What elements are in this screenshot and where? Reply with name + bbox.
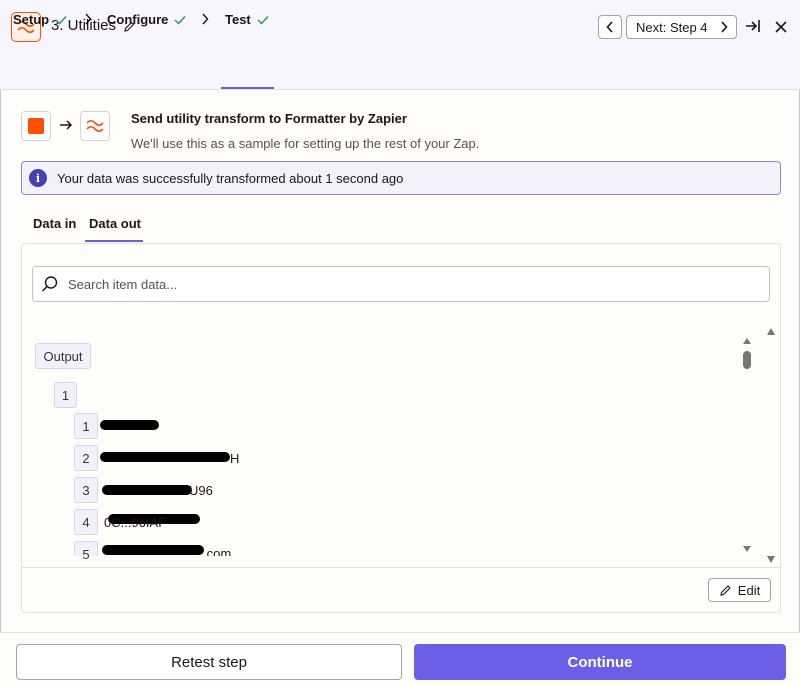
tree-item-index[interactable]: 5 — [74, 541, 98, 562]
next-step-label: Next: Step 4 — [636, 19, 708, 35]
chevron-right-icon — [85, 13, 92, 25]
check-icon — [55, 15, 67, 25]
search-icon — [41, 276, 58, 292]
retest-step-button[interactable]: Retest step — [16, 644, 402, 680]
arrow-right-icon — [60, 120, 73, 130]
active-tab-indicator — [221, 87, 274, 89]
tree-item-index[interactable]: 1 — [74, 413, 98, 439]
close-icon[interactable] — [775, 20, 787, 38]
edit-label: Edit — [737, 582, 761, 598]
output-root-node[interactable]: Output — [35, 343, 91, 369]
tree-item-index[interactable]: 4 — [74, 509, 98, 535]
tree-item-value: 0C...96IAF — [104, 515, 167, 530]
check-icon — [257, 15, 269, 25]
tab-label: Configure — [107, 12, 169, 27]
chevron-right-icon — [202, 13, 209, 25]
redacted-value — [100, 420, 159, 430]
search-input[interactable] — [68, 276, 748, 292]
tab-label: Setup — [13, 12, 50, 27]
summary-title: Send utility transform to Formatter by Z… — [131, 111, 407, 126]
continue-button[interactable]: Continue — [414, 644, 786, 680]
summary-subtitle: We'll use this as a sample for setting u… — [131, 136, 480, 151]
tree-item-value: U96 — [189, 483, 213, 498]
collapse-panel-icon[interactable] — [745, 18, 761, 39]
next-step-button[interactable]: Next: Step 4 — [626, 15, 737, 39]
redacted-value — [102, 545, 204, 555]
chevron-left-icon — [606, 21, 613, 33]
tree-item-index[interactable]: 3 — [74, 477, 98, 503]
redacted-value — [100, 452, 230, 462]
chevron-right-icon — [721, 21, 728, 33]
tab-label: Test — [225, 12, 251, 27]
search-box[interactable] — [32, 266, 770, 302]
tab-data-out[interactable]: Data out — [89, 216, 141, 231]
previous-step-button[interactable] — [598, 15, 622, 39]
tab-data-in[interactable]: Data in — [33, 216, 76, 231]
tab-configure[interactable]: Configure — [107, 12, 186, 27]
panel-scrollbar[interactable] — [764, 326, 778, 566]
tree-item-value: .com — [203, 546, 232, 556]
pencil-icon — [720, 584, 731, 596]
panel-divider — [22, 567, 780, 568]
info-icon: i — [29, 169, 47, 187]
step-tabs — [0, 52, 800, 90]
trigger-app-icon — [21, 111, 51, 141]
tree-item-value: H — [230, 451, 240, 466]
scrollbar-thumb[interactable] — [743, 351, 751, 369]
tree-scrollbar[interactable] — [740, 336, 754, 556]
tree-group-node[interactable]: 1 — [54, 382, 77, 408]
alert-text: Your data was successfully transformed a… — [57, 170, 404, 186]
success-alert: i Your data was successfully transformed… — [21, 161, 781, 195]
redacted-value — [102, 485, 192, 495]
edit-button[interactable]: Edit — [708, 578, 771, 602]
tree-item-index[interactable]: 2 — [74, 445, 98, 471]
active-data-tab-indicator — [85, 240, 143, 242]
tab-setup[interactable]: Setup — [13, 12, 67, 27]
tab-test[interactable]: Test — [225, 12, 269, 27]
check-icon — [174, 15, 186, 25]
formatter-app-icon — [80, 111, 110, 141]
